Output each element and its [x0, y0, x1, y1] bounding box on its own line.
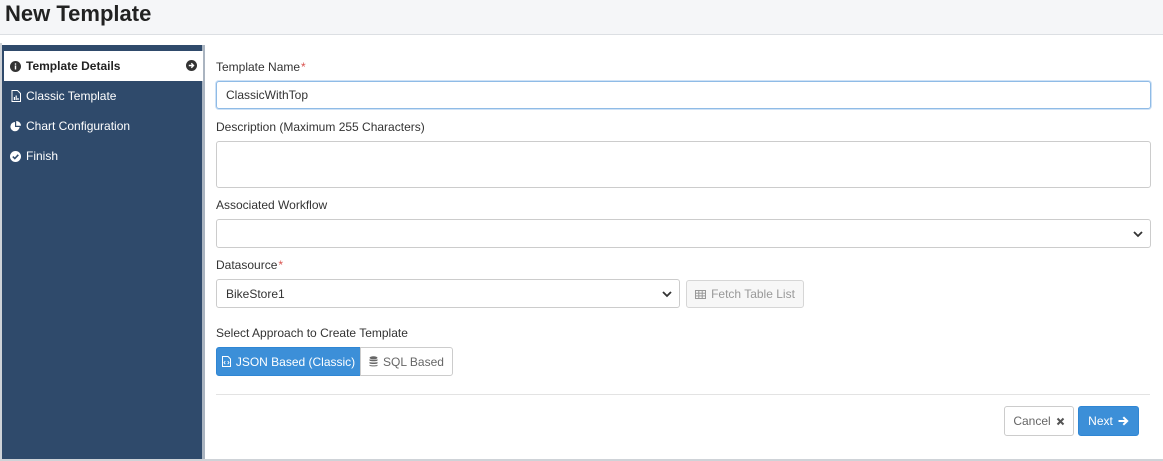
fetch-table-list-button[interactable]: Fetch Table List	[686, 280, 804, 308]
sidebar-item-label: Template Details	[26, 59, 121, 73]
wizard-sidebar: Template Details Classic Template Chart …	[2, 45, 205, 459]
sql-based-option[interactable]: SQL Based	[360, 347, 453, 376]
database-icon	[369, 356, 378, 367]
datasource-select[interactable]: BikeStore1	[216, 279, 680, 308]
info-circle-icon	[10, 60, 21, 72]
pie-chart-icon	[10, 120, 21, 132]
arrow-circle-right-icon	[186, 60, 197, 74]
file-code-icon	[221, 356, 231, 367]
file-chart-icon	[10, 90, 21, 102]
template-name-label: Template Name*	[216, 60, 306, 74]
description-label: Description (Maximum 255 Characters)	[216, 120, 425, 134]
table-icon	[695, 289, 707, 299]
sidebar-item-finish[interactable]: Finish	[4, 141, 203, 171]
footer-divider	[216, 394, 1150, 395]
page-header: New Template	[0, 0, 1163, 35]
cancel-button[interactable]: Cancel	[1004, 406, 1074, 436]
form-panel: Template Name* Description (Maximum 255 …	[205, 45, 1163, 459]
close-icon	[1056, 417, 1065, 426]
sidebar-item-classic-template[interactable]: Classic Template	[4, 81, 203, 111]
json-based-option[interactable]: JSON Based (Classic)	[216, 347, 361, 376]
sidebar-item-chart-configuration[interactable]: Chart Configuration	[4, 111, 203, 141]
template-name-input[interactable]	[216, 81, 1151, 109]
workflow-select[interactable]	[216, 219, 1151, 248]
workflow-label: Associated Workflow	[216, 198, 328, 212]
sidebar-item-label: Chart Configuration	[26, 119, 131, 133]
next-button[interactable]: Next	[1078, 406, 1139, 436]
approach-label: Select Approach to Create Template	[216, 326, 408, 340]
chevron-down-icon	[662, 287, 672, 301]
sidebar-item-label: Finish	[26, 149, 59, 163]
sidebar-item-label: Classic Template	[26, 89, 117, 103]
description-textarea[interactable]	[216, 141, 1151, 188]
page-title: New Template	[5, 1, 152, 26]
chevron-down-icon	[1133, 227, 1143, 241]
arrow-right-icon	[1118, 416, 1129, 426]
sidebar-item-template-details[interactable]: Template Details	[4, 51, 203, 81]
datasource-label: Datasource*	[216, 258, 284, 272]
check-circle-icon	[10, 150, 21, 162]
